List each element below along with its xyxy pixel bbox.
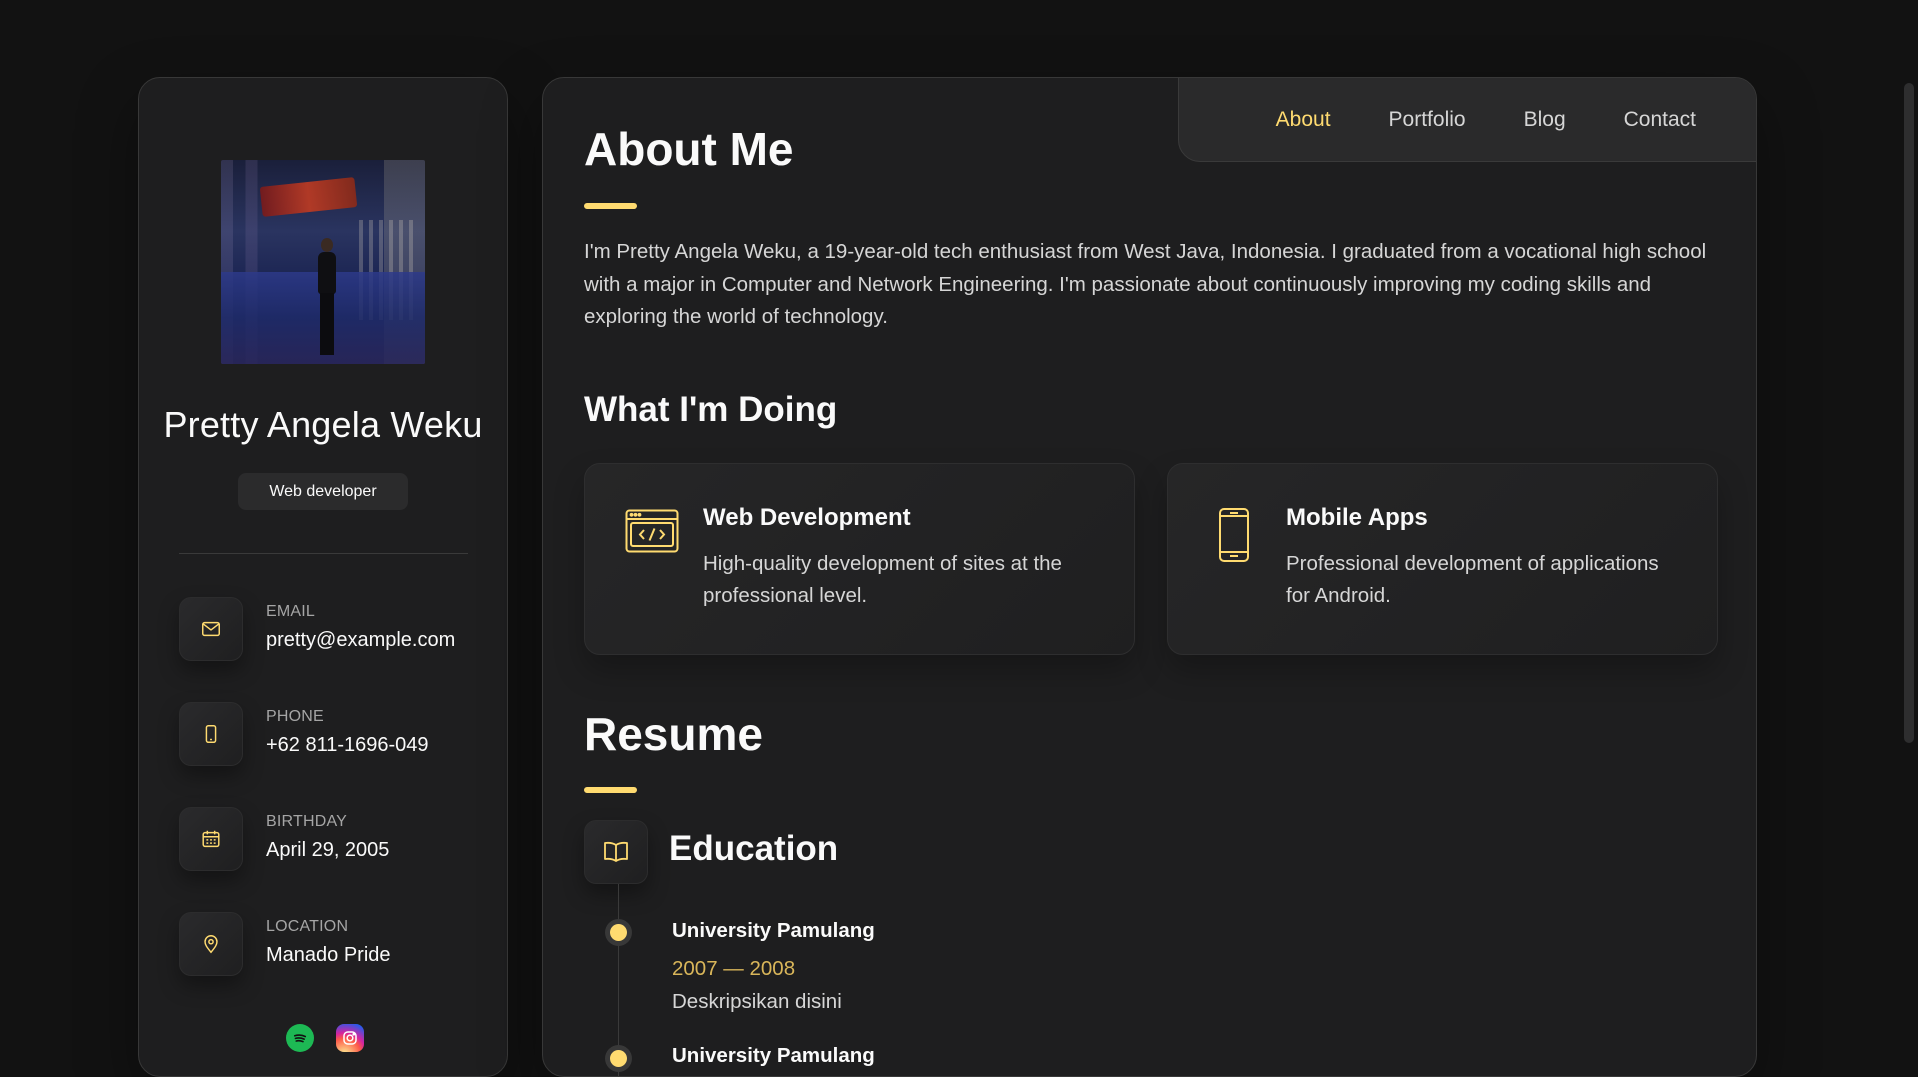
timeline-item-desc: Deskripsikan disini (672, 990, 842, 1013)
contact-label: Location (266, 918, 349, 935)
spotify-icon[interactable] (286, 1024, 314, 1052)
about-text: I'm Pretty Angela Weku, a 19-year-old te… (584, 240, 1707, 328)
service-text: High-quality development of sites at the… (703, 552, 1062, 607)
calendar-icon (179, 807, 243, 871)
nav-link-blog[interactable]: Blog (1524, 108, 1566, 132)
service-text: Professional development of applications… (1286, 552, 1659, 607)
profile-name: Pretty Angela Weku (163, 404, 483, 445)
nav-link-portfolio[interactable]: Portfolio (1389, 108, 1466, 132)
sidebar: Pretty Angela Weku Web developer Email p… (138, 77, 508, 1077)
scrollbar-thumb[interactable] (1904, 83, 1914, 743)
contact-item-birthday: Birthday April 29, 2005 (179, 807, 479, 873)
code-window-icon (625, 509, 679, 558)
timeline-item-title: University Pamulang (672, 1044, 875, 1067)
nav-link-about[interactable]: About (1276, 108, 1331, 132)
title-underline (584, 787, 637, 793)
social-links (286, 1024, 364, 1052)
instagram-icon[interactable] (336, 1024, 364, 1052)
service-card-web-development: Web Development High-quality development… (584, 463, 1135, 655)
navbar: About Portfolio Blog Contact (1178, 78, 1756, 162)
page-scrollbar[interactable] (1900, 0, 1918, 1062)
timeline-item-years: 2007 — 2008 (672, 957, 796, 980)
timeline-dot (610, 1050, 627, 1067)
phone-link[interactable]: +62 811-1696-049 (266, 734, 429, 757)
book-icon (584, 820, 648, 884)
avatar (221, 160, 425, 364)
services-title: What I'm Doing (584, 390, 838, 429)
about-title: About Me (584, 123, 794, 175)
contact-label: Email (266, 603, 316, 620)
nav-link-contact[interactable]: Contact (1624, 108, 1696, 132)
timeline-dot (610, 924, 627, 941)
contact-label: Birthday (266, 813, 348, 830)
resume-title: Resume (584, 708, 763, 760)
education-title: Education (669, 829, 839, 868)
location-value: Manado Pride (266, 944, 391, 966)
smartphone-icon (1218, 507, 1250, 568)
title-underline (584, 203, 637, 209)
birthday-value: April 29, 2005 (266, 839, 390, 861)
service-title: Web Development (703, 504, 911, 531)
contact-item-email: Email pretty@example.com (179, 597, 479, 663)
phone-icon (179, 702, 243, 766)
mail-icon (179, 597, 243, 661)
timeline-item-title: University Pamulang (672, 919, 875, 942)
contact-item-phone: Phone +62 811-1696-049 (179, 702, 479, 768)
profile-title-badge: Web developer (238, 473, 408, 510)
separator (179, 553, 468, 554)
contact-item-location: Location Manado Pride (179, 912, 479, 978)
service-card-mobile-apps: Mobile Apps Professional development of … (1167, 463, 1718, 655)
timeline-line (618, 884, 619, 1076)
main-content: About Portfolio Blog Contact About Me I'… (542, 77, 1757, 1077)
contact-label: Phone (266, 708, 324, 725)
email-link[interactable]: pretty@example.com (266, 629, 455, 652)
location-pin-icon (179, 912, 243, 976)
service-title: Mobile Apps (1286, 504, 1428, 531)
